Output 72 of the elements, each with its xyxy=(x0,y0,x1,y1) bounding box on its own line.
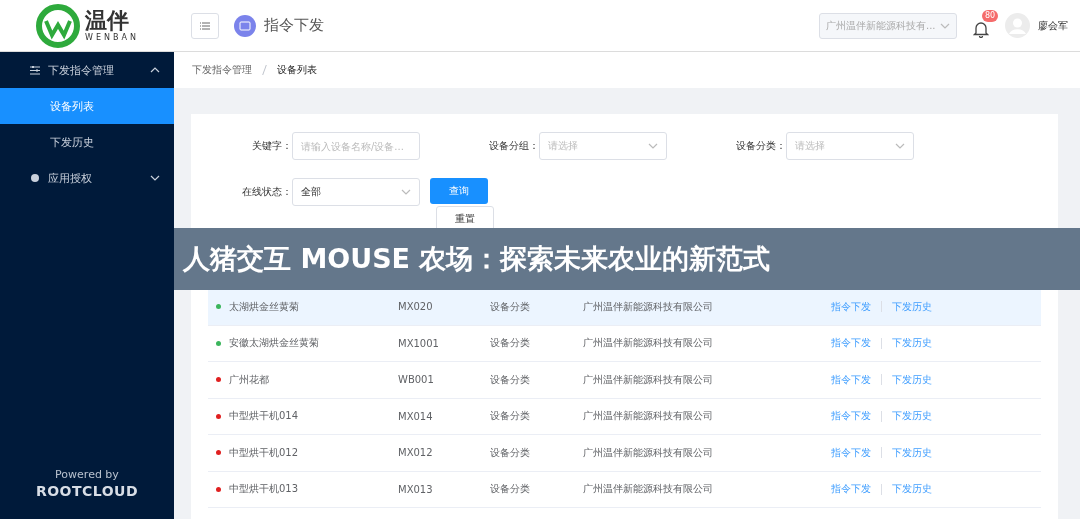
sidebar-item[interactable]: 设备列表 xyxy=(0,88,174,124)
table-cell-text: 广州温伴新能源科技有限公司 xyxy=(583,482,714,497)
table-cell-text: MX013 xyxy=(398,483,434,495)
chevron-icon xyxy=(150,67,160,73)
logo-text: 温伴 xyxy=(85,9,130,33)
caret-icon xyxy=(940,22,950,29)
action-link[interactable]: 指令下发 xyxy=(831,372,871,387)
table-cell: 中型烘干机012 xyxy=(229,445,299,460)
logo-icon xyxy=(35,2,82,49)
logo-subtext: WENBAN xyxy=(85,33,139,42)
breadcrumb-item[interactable]: 下发指令管理 xyxy=(192,63,252,77)
table-cell-text: 设备分类 xyxy=(490,445,531,460)
company-select[interactable]: 广州温伴新能源科技有... xyxy=(819,12,957,39)
table-cell-text: 广州温伴新能源科技有限公司 xyxy=(583,445,714,460)
chip-icon xyxy=(234,14,256,37)
menu-icon xyxy=(200,21,210,30)
sidebar-group[interactable]: 应用授权 xyxy=(0,160,174,196)
action-link[interactable]: 下发历史 xyxy=(892,482,932,497)
table-cell-text: WB001 xyxy=(398,374,435,386)
action-link[interactable]: 下发历史 xyxy=(892,409,932,424)
table-cell-text: 设备分类 xyxy=(490,409,531,424)
caret-icon xyxy=(401,189,411,195)
table-cell-text: 设备分类 xyxy=(490,299,531,314)
user-name[interactable]: 廖会军 xyxy=(1038,18,1068,33)
table-cell: 中型烘干机014 xyxy=(229,409,299,424)
caret-icon xyxy=(895,143,905,149)
table-cell: 太湖烘金丝黄菊 xyxy=(229,299,299,314)
page-title: 指令下发 xyxy=(264,16,324,35)
sidebar-group[interactable]: 下发指令管理 xyxy=(0,52,174,88)
action-link[interactable]: 下发历史 xyxy=(892,299,932,314)
title-banner: 人猪交互 MOUSE 农场：探索未来农业的新范式 xyxy=(174,228,1080,290)
filter-label: 设备分类： xyxy=(735,139,786,153)
table-cell: 广州花都 xyxy=(229,372,269,387)
action-link[interactable]: 指令下发 xyxy=(831,299,871,314)
chevron-icon xyxy=(150,175,160,181)
table-cell-text: 广州温伴新能源科技有限公司 xyxy=(583,372,714,387)
action-link[interactable]: 下发历史 xyxy=(892,336,932,351)
action-link[interactable]: 指令下发 xyxy=(831,336,871,351)
filter-label: 设备分组： xyxy=(488,139,539,153)
notification-badge: 80 xyxy=(982,9,999,22)
table-cell-text: 广州温伴新能源科技有限公司 xyxy=(583,409,714,424)
table-cell-text: 设备分类 xyxy=(490,372,531,387)
table-cell-text: MX014 xyxy=(398,410,434,422)
table-cell-text: 设备分类 xyxy=(490,336,531,351)
table-cell: 中型烘干机013 xyxy=(229,482,299,497)
action-link[interactable]: 指令下发 xyxy=(831,482,871,497)
table-cell-text: MX1001 xyxy=(398,337,440,349)
action-link[interactable]: 下发历史 xyxy=(892,372,932,387)
filter-label: 在线状态： xyxy=(241,185,292,199)
select-field[interactable]: 请选择 xyxy=(539,132,667,160)
breadcrumb-item: 设备列表 xyxy=(277,63,317,77)
brand-logo-text: ROOTCLOUD xyxy=(35,483,139,499)
select-field[interactable]: 请选择 xyxy=(786,132,914,160)
action-link[interactable]: 下发历史 xyxy=(892,445,932,460)
menu-button[interactable] xyxy=(191,12,219,39)
caret-icon xyxy=(648,143,658,149)
table-cell-text: 设备分类 xyxy=(490,482,531,497)
select-field[interactable]: 全部 xyxy=(292,178,420,206)
table-cell-text: MX012 xyxy=(398,447,434,459)
keyword-field[interactable]: 请输入设备名称/设备... xyxy=(292,132,420,160)
action-link[interactable]: 指令下发 xyxy=(831,445,871,460)
bell-icon[interactable] xyxy=(973,19,989,38)
table-cell-text: MX020 xyxy=(398,301,434,313)
query-button[interactable]: 查询 xyxy=(430,178,488,204)
table-cell: 安徽太湖烘金丝黄菊 xyxy=(229,336,319,351)
action-link[interactable]: 指令下发 xyxy=(831,409,871,424)
table-cell-text: 广州温伴新能源科技有限公司 xyxy=(583,299,714,314)
sliders-icon xyxy=(30,65,40,75)
powered-by-text: Powered by xyxy=(55,468,119,481)
filter-label: 关键字： xyxy=(251,139,292,153)
table-cell-text: 广州温伴新能源科技有限公司 xyxy=(583,336,714,351)
sidebar-item[interactable]: 下发历史 xyxy=(0,124,174,160)
